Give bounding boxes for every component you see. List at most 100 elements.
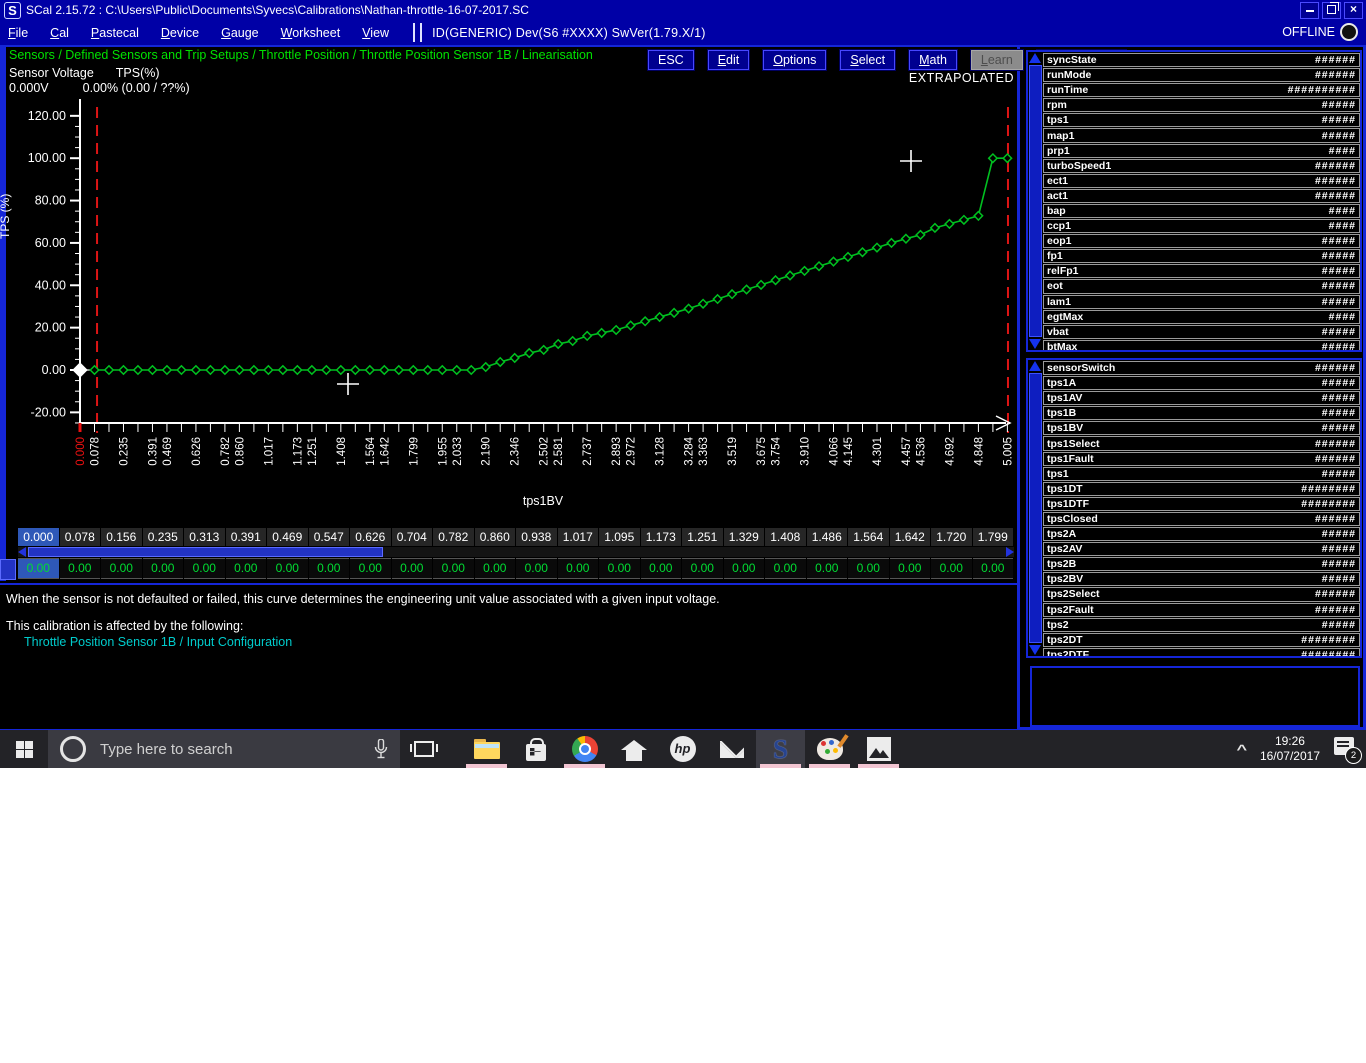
linearisation-chart[interactable]: -20.000.0020.0040.0060.0080.00100.00120.… [8, 93, 1018, 525]
menu-file[interactable]: File [8, 26, 28, 40]
voltage-col-header[interactable]: 1.095 [599, 528, 640, 546]
table-value-cell[interactable]: 0.00 [641, 558, 682, 579]
esc-button[interactable]: ESC [648, 50, 694, 70]
live-row-turboSpeed1[interactable]: turboSpeed1###### [1043, 159, 1360, 173]
voltage-col-header[interactable]: 0.156 [101, 528, 142, 546]
table-scrollbar[interactable] [18, 547, 1014, 557]
voltage-col-header[interactable]: 1.173 [641, 528, 682, 546]
close-button[interactable]: × [1344, 2, 1363, 19]
scroll-right-icon[interactable] [1006, 547, 1014, 557]
taskbar-file-explorer[interactable] [462, 730, 511, 768]
scroll-down-icon[interactable] [1029, 339, 1041, 349]
table-value-cell[interactable]: 0.00 [516, 558, 557, 579]
table-value-cell[interactable]: 0.00 [350, 558, 391, 579]
scrollbar-thumb[interactable] [1029, 65, 1042, 337]
taskbar-photos[interactable] [854, 730, 903, 768]
scrollbar-thumb[interactable] [1029, 373, 1042, 643]
table-value-cell[interactable]: 0.00 [184, 558, 225, 579]
table-value-cell[interactable]: 0.00 [765, 558, 806, 579]
live-row-eot[interactable]: eot##### [1043, 279, 1360, 293]
table-value-cell[interactable]: 0.00 [724, 558, 765, 579]
voltage-col-header[interactable]: 0.704 [392, 528, 433, 546]
voltage-col-header[interactable]: 0.469 [267, 528, 308, 546]
voltage-col-header[interactable]: 1.720 [931, 528, 972, 546]
tray-expand-icon[interactable]: ^ [1237, 742, 1248, 757]
selected-point-marker[interactable] [73, 363, 87, 377]
voltage-col-header[interactable]: 0.782 [433, 528, 474, 546]
table-value-cell[interactable]: 0.00 [890, 558, 931, 579]
table-value-cell[interactable]: 0.00 [226, 558, 267, 579]
live-row-btMax[interactable]: btMax##### [1043, 340, 1360, 350]
voltage-col-header[interactable]: 1.251 [682, 528, 723, 546]
live-row-prp1[interactable]: prp1#### [1043, 144, 1360, 158]
table-value-cell[interactable]: 0.00 [143, 558, 184, 579]
menu-cal[interactable]: Cal [50, 26, 69, 40]
affected-by-link[interactable]: Throttle Position Sensor 1B / Input Conf… [24, 635, 1017, 649]
live-row-tps2BV[interactable]: tps2BV##### [1043, 572, 1360, 586]
live-row-tps2[interactable]: tps2##### [1043, 618, 1360, 632]
panel2-scrollbar[interactable] [1028, 360, 1043, 656]
search-input[interactable]: Type here to search [48, 730, 400, 768]
live-row-tps2DTF[interactable]: tps2DTF######## [1043, 648, 1360, 656]
minimize-button[interactable] [1300, 2, 1319, 19]
live-row-tps1DT[interactable]: tps1DT######## [1043, 482, 1360, 496]
live-row-tps1B[interactable]: tps1B##### [1043, 406, 1360, 420]
voltage-col-header[interactable]: 0.626 [350, 528, 391, 546]
table-value-cell[interactable]: 0.00 [101, 558, 142, 579]
table-value-cell[interactable]: 0.00 [267, 558, 308, 579]
taskbar-scal-active[interactable]: S [756, 730, 805, 768]
live-row-rpm[interactable]: rpm##### [1043, 98, 1360, 112]
task-view-button[interactable] [400, 730, 448, 768]
voltage-col-header[interactable]: 0.000 [18, 528, 59, 546]
table-value-cell[interactable]: 0.00 [18, 558, 59, 579]
live-row-ect1[interactable]: ect1###### [1043, 174, 1360, 188]
table-value-cell[interactable]: 0.00 [309, 558, 350, 579]
table-value-cell[interactable]: 0.00 [475, 558, 516, 579]
scroll-up-icon[interactable] [1029, 361, 1041, 371]
taskbar-hp[interactable]: hp [658, 730, 707, 768]
live-row-tpsClosed[interactable]: tpsClosed###### [1043, 512, 1360, 526]
options-button[interactable]: Options [763, 50, 826, 70]
taskbar-mail[interactable] [707, 730, 756, 768]
table-value-cell[interactable]: 0.00 [558, 558, 599, 579]
voltage-col-header[interactable]: 0.313 [184, 528, 225, 546]
voltage-col-header[interactable]: 1.564 [848, 528, 889, 546]
scroll-down-icon[interactable] [1029, 645, 1041, 655]
voltage-col-header[interactable]: 1.017 [558, 528, 599, 546]
live-row-bap[interactable]: bap#### [1043, 204, 1360, 218]
live-row-vbat[interactable]: vbat##### [1043, 325, 1360, 339]
live-row-tps1[interactable]: tps1##### [1043, 113, 1360, 127]
voltage-col-header[interactable]: 0.391 [226, 528, 267, 546]
voltage-col-header[interactable]: 0.547 [309, 528, 350, 546]
voltage-col-header[interactable]: 1.329 [724, 528, 765, 546]
live-row-tps2Fault[interactable]: tps2Fault###### [1043, 603, 1360, 617]
math-button[interactable]: Math [909, 50, 957, 70]
voltage-col-header[interactable]: 0.078 [60, 528, 101, 546]
table-value-cell[interactable]: 0.00 [848, 558, 889, 579]
live-row-lam1[interactable]: lam1##### [1043, 295, 1360, 309]
live-row-tps2DT[interactable]: tps2DT######## [1043, 633, 1360, 647]
microphone-icon[interactable] [374, 739, 388, 759]
action-center-button[interactable]: 2 [1334, 737, 1360, 761]
scrollbar-thumb[interactable] [28, 547, 383, 557]
live-row-tps2B[interactable]: tps2B##### [1043, 557, 1360, 571]
table-value-cell[interactable]: 0.00 [433, 558, 474, 579]
menu-pastecal[interactable]: Pastecal [91, 26, 139, 40]
table-value-cell[interactable]: 0.00 [807, 558, 848, 579]
voltage-col-header[interactable]: 1.408 [765, 528, 806, 546]
taskbar-paint[interactable] [805, 730, 854, 768]
restore-button[interactable] [1322, 2, 1341, 19]
live-row-fp1[interactable]: fp1##### [1043, 249, 1360, 263]
taskbar-clock[interactable]: 19:26 16/07/2017 [1260, 734, 1320, 764]
table-value-cell[interactable]: 0.00 [599, 558, 640, 579]
table-value-cell[interactable]: 0.00 [973, 558, 1014, 579]
select-button[interactable]: Select [840, 50, 895, 70]
live-row-eop1[interactable]: eop1##### [1043, 234, 1360, 248]
live-row-egtMax[interactable]: egtMax#### [1043, 310, 1360, 324]
start-button[interactable] [0, 730, 48, 768]
table-value-cell[interactable]: 0.00 [392, 558, 433, 579]
live-row-syncState[interactable]: syncState###### [1043, 53, 1360, 67]
live-row-tps2A[interactable]: tps2A##### [1043, 527, 1360, 541]
taskbar-store[interactable] [511, 730, 560, 768]
voltage-col-header[interactable]: 1.642 [890, 528, 931, 546]
